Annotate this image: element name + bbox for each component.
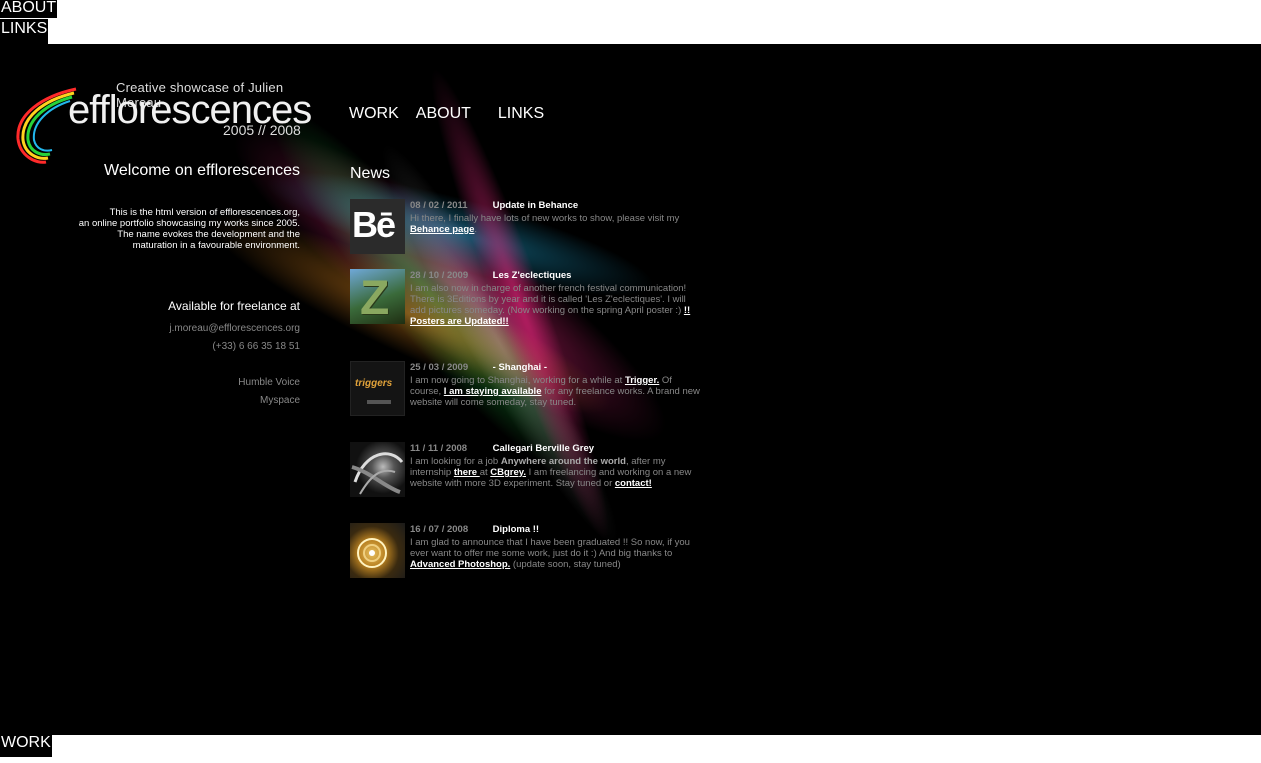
- news-text: I am glad to announce that I have been g…: [410, 537, 702, 570]
- news-date: 25 / 03 / 2009: [410, 362, 469, 373]
- intro-text: This is the html version of efflorescenc…: [40, 207, 300, 251]
- news-body: 08 / 02 / 2011 Update in Behance Hi ther…: [410, 200, 702, 235]
- news-text: I am looking for a job Anywhere around t…: [410, 456, 702, 489]
- news-date: 28 / 10 / 2009: [410, 270, 469, 281]
- freelance-heading: Available for freelance at: [168, 299, 300, 313]
- floating-work-label: WORK: [1, 734, 51, 751]
- abstract-3d-icon: [351, 452, 404, 495]
- floating-work-menu[interactable]: WORK: [0, 733, 52, 763]
- news-text-part: .: [474, 224, 478, 235]
- news-link[interactable]: CBgrey.: [490, 467, 526, 478]
- news-heading: News: [350, 165, 391, 182]
- news-link[interactable]: Behance page: [410, 224, 474, 235]
- intro-column: Welcome on efflorescences This is the ht…: [40, 162, 300, 410]
- diploma-thumbnail[interactable]: [350, 523, 405, 578]
- contact-phone: (+33) 6 66 35 18 51: [212, 341, 300, 352]
- zeclectiques-thumbnail[interactable]: Z: [350, 269, 405, 324]
- news-headline: Diploma !!: [492, 524, 540, 535]
- news-body: 25 / 03 / 2009 - Shanghai - I am now goi…: [410, 362, 702, 408]
- logo-years: 2005 // 2008: [223, 122, 301, 138]
- trigger-bar-decoration: [367, 400, 391, 404]
- intro-line: an online portfolio showcasing my works …: [78, 218, 300, 229]
- link-humble-voice[interactable]: Humble Voice: [40, 374, 300, 392]
- news-headline: Update in Behance: [492, 200, 579, 211]
- contact-email[interactable]: j.moreau@efflorescences.org: [40, 320, 300, 338]
- news-text: Hi there, I finally have lots of new wor…: [410, 213, 702, 235]
- news-body: 11 / 11 / 2008 Callegari Berville Grey I…: [410, 443, 702, 489]
- news-emphasis: Anywhere around the world: [500, 456, 626, 467]
- news-link[interactable]: there: [454, 467, 480, 478]
- news-text: I am also now in charge of another frenc…: [410, 283, 702, 327]
- news-text: I am now going to Shanghai, working for …: [410, 375, 702, 408]
- news-text-part: I am now going to Shanghai, working for …: [410, 375, 625, 386]
- main-nav: WORK ABOUT LINKS: [349, 105, 544, 123]
- behance-thumbnail[interactable]: Bē: [350, 199, 405, 254]
- floating-links-label: LINKS: [1, 20, 48, 37]
- news-headline: Callegari Berville Grey: [492, 443, 595, 454]
- link-myspace[interactable]: Myspace: [40, 392, 300, 410]
- intro-line: This is the html version of efflorescenc…: [109, 207, 300, 218]
- behance-logo-icon: Bē: [352, 204, 396, 245]
- cbgrey-thumbnail[interactable]: [350, 442, 405, 497]
- news-text-part: I am also now in charge of another frenc…: [410, 283, 687, 316]
- welcome-heading: Welcome on efflorescences: [104, 162, 300, 179]
- news-text-part: at: [479, 467, 491, 478]
- contact-block: j.moreau@efflorescences.org (+33) 6 66 3…: [40, 320, 300, 356]
- trigger-thumbnail[interactable]: triggers: [350, 361, 405, 416]
- external-links: Humble Voice Myspace: [40, 374, 300, 410]
- news-date: 11 / 11 / 2008: [410, 443, 468, 454]
- news-text-part: I am looking for a job: [410, 456, 501, 467]
- news-text-part: Hi there, I finally have lots of new wor…: [410, 213, 680, 224]
- news-link[interactable]: contact!: [615, 478, 652, 489]
- intro-line: maturation in a favourable environment.: [132, 240, 300, 251]
- news-headline: - Shanghai -: [492, 362, 548, 373]
- z-letter-icon: Z: [360, 272, 390, 324]
- news-link[interactable]: I am staying available: [444, 386, 542, 397]
- circular-artwork-icon: [357, 538, 387, 568]
- floating-links-menu[interactable]: LINKS: [0, 19, 49, 50]
- news-date: 16 / 07 / 2008: [410, 524, 469, 535]
- caret-down-icon: [21, 759, 30, 763]
- intro-line: The name evokes the development and the: [117, 229, 300, 240]
- nav-work[interactable]: WORK: [349, 105, 399, 123]
- news-headline: Les Z'eclectiques: [492, 270, 572, 281]
- news-link[interactable]: Advanced Photoshop.: [410, 559, 510, 570]
- news-text-part: I am glad to announce that I have been g…: [410, 537, 690, 559]
- nav-about[interactable]: ABOUT: [416, 105, 471, 123]
- floating-about-label: ABOUT: [1, 0, 57, 16]
- news-body: 28 / 10 / 2009 Les Z'eclectiques I am al…: [410, 270, 702, 327]
- news-link[interactable]: Trigger.: [625, 375, 659, 386]
- news-text-part: (update soon, stay tuned): [510, 559, 621, 570]
- news-date: 08 / 02 / 2011: [410, 200, 468, 211]
- news-body: 16 / 07 / 2008 Diploma !! I am glad to a…: [410, 524, 702, 570]
- trigger-logo-icon: triggers: [355, 378, 393, 389]
- nav-links[interactable]: LINKS: [498, 105, 544, 123]
- main-stage: Creative showcase of Julien Moreau efflo…: [0, 44, 1261, 735]
- floating-about-menu[interactable]: ABOUT: [0, 0, 58, 24]
